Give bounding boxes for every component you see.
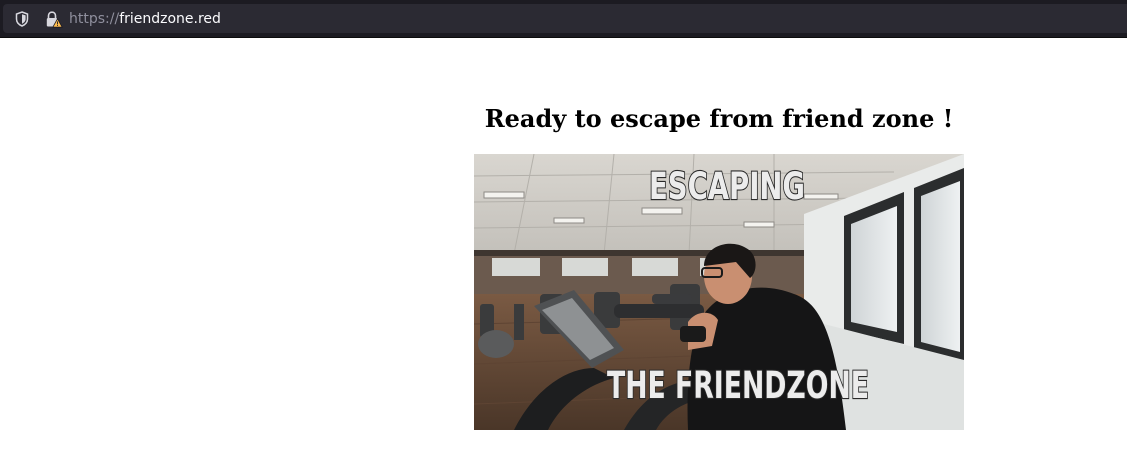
gif-caption-top: ESCAPING [649, 165, 805, 208]
page-heading: Ready to escape from friend zone ! [484, 104, 954, 133]
browser-toolbar: https://friendzone.red [0, 0, 1127, 38]
lock-warning-icon[interactable] [45, 11, 63, 28]
url-scheme: https:// [69, 11, 120, 27]
toolbar-divider [0, 37, 1127, 38]
gif-caption-bottom: THE FRIENDZONE [607, 364, 869, 407]
escaping-friendzone-gif: ESCAPING THE FRIENDZONE [474, 154, 964, 430]
shield-icon[interactable] [15, 11, 29, 27]
url-bar[interactable]: https://friendzone.red [3, 4, 1127, 33]
url-text[interactable]: https://friendzone.red [69, 10, 221, 28]
url-host: friendzone.red [119, 11, 221, 27]
